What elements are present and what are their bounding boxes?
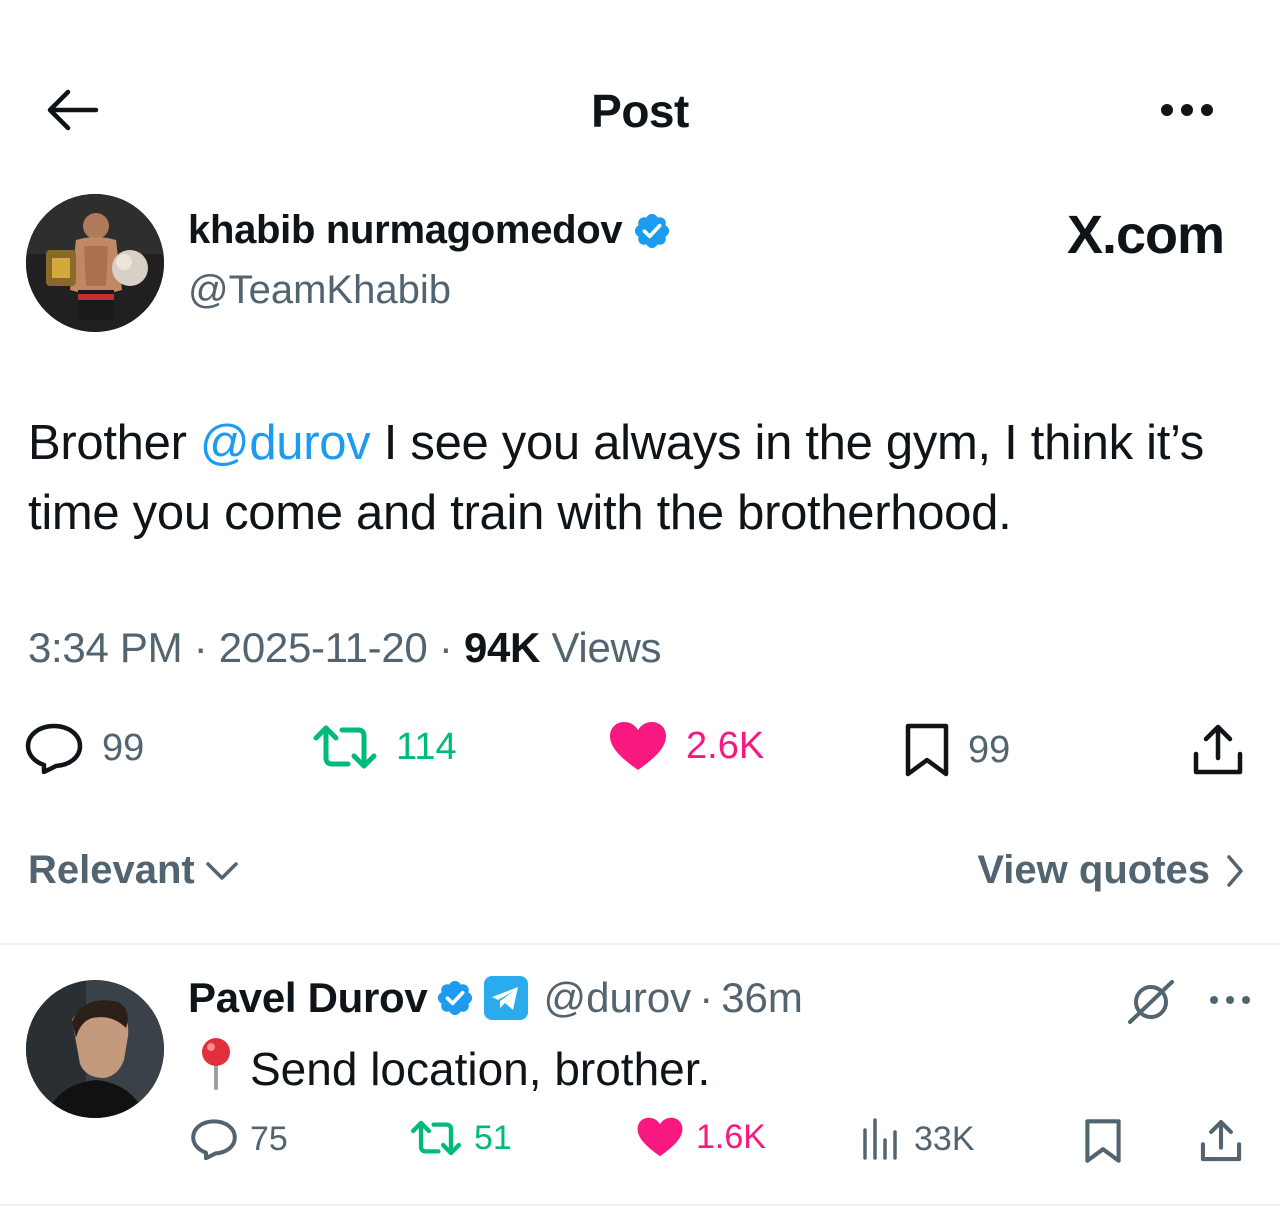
heart-filled-icon — [637, 1117, 683, 1157]
divider — [0, 943, 1280, 945]
views-count[interactable]: 94K — [464, 624, 540, 671]
reply-bookmark-button[interactable] — [1084, 1118, 1122, 1164]
share-icon — [1193, 724, 1243, 775]
reply-views-button[interactable]: 33K — [860, 1118, 975, 1160]
more-options-button[interactable] — [1150, 90, 1224, 130]
more-horizontal-icon — [1210, 996, 1250, 1004]
verified-badge-icon — [438, 980, 473, 1016]
author-avatar[interactable] — [26, 194, 164, 332]
mention-link[interactable]: @durov — [200, 416, 371, 470]
divider — [0, 1204, 1280, 1206]
heart-filled-icon — [610, 722, 666, 770]
reply-count: 99 — [102, 726, 145, 769]
reply-button[interactable]: 99 — [24, 722, 144, 774]
share-icon — [1200, 1120, 1242, 1162]
bookmark-count: 99 — [968, 728, 1011, 771]
reply-more-button[interactable] — [1206, 988, 1254, 1012]
reply-like-button[interactable]: 1.6K — [636, 1116, 766, 1158]
chevron-right-icon — [1227, 854, 1243, 887]
reply-author-name[interactable]: Pavel Durov — [188, 974, 428, 1022]
reply-share-button[interactable] — [1198, 1118, 1244, 1164]
meta-separator: · — [193, 624, 208, 671]
view-quotes-link[interactable]: View quotes — [977, 848, 1244, 893]
reply-reply-button[interactable]: 75 — [190, 1118, 288, 1160]
sort-label: Relevant — [28, 848, 195, 892]
reply-header: Pavel Durov @durov · 36m — [188, 974, 803, 1022]
chevron-down-icon — [206, 861, 238, 880]
meta-separator: · — [438, 624, 453, 671]
reply-repost-button[interactable]: 51 — [410, 1118, 512, 1158]
bookmark-icon — [1085, 1119, 1121, 1163]
pin-icon — [196, 1036, 236, 1101]
reply-avatar[interactable] — [26, 980, 164, 1118]
grok-button[interactable] — [1126, 978, 1176, 1026]
post-date: 2025-11-20 — [218, 624, 428, 671]
reply-author-handle[interactable]: @durov — [543, 974, 691, 1022]
reply-like-count: 1.6K — [696, 1117, 766, 1156]
analytics-icon — [863, 1118, 897, 1160]
bookmark-button[interactable]: 99 — [904, 722, 1010, 778]
reply-time[interactable]: 36m — [721, 974, 803, 1022]
share-button[interactable] — [1190, 722, 1246, 778]
reply-reply-count: 75 — [250, 1119, 288, 1158]
view-quotes-label: View quotes — [977, 848, 1210, 892]
telegram-icon — [484, 976, 529, 1020]
brand-watermark: X.com — [1066, 205, 1225, 265]
repost-icon — [313, 725, 377, 769]
sort-dropdown[interactable]: Relevant — [28, 848, 239, 893]
post-meta: 3:34 PM · 2025-11-20 · 94K Views — [28, 624, 662, 672]
more-horizontal-icon — [1161, 104, 1213, 116]
repost-icon — [410, 1120, 462, 1156]
like-count: 2.6K — [686, 724, 765, 767]
like-button[interactable]: 2.6K — [608, 720, 764, 772]
grok-icon — [1128, 980, 1174, 1024]
author-handle[interactable]: @TeamKhabib — [188, 268, 451, 313]
author-name[interactable]: khabib nurmagomedov — [188, 208, 672, 253]
post-text-start: Brother — [28, 416, 200, 470]
verified-badge-icon — [635, 213, 670, 248]
reply-repost-count: 51 — [474, 1118, 512, 1157]
repost-count: 114 — [396, 725, 457, 768]
page-title: Post — [591, 85, 689, 137]
post-text: Brother @durov I see you always in the g… — [28, 408, 1258, 548]
reply-text-content: Send location, brother. — [250, 1042, 711, 1095]
views-label[interactable]: Views — [551, 624, 661, 671]
profile-photo — [26, 980, 164, 1118]
repost-button[interactable]: 114 — [312, 722, 457, 772]
post-time: 3:34 PM — [28, 624, 183, 671]
author-name-text: khabib nurmagomedov — [188, 208, 623, 252]
reply-separator: · — [699, 974, 714, 1021]
reply-icon — [25, 723, 83, 774]
reply-views-count: 33K — [914, 1119, 975, 1158]
reply-icon — [191, 1119, 237, 1160]
reply-text: Send location, brother. — [196, 1036, 710, 1101]
profile-photo — [26, 194, 164, 332]
bookmark-icon — [905, 723, 949, 777]
